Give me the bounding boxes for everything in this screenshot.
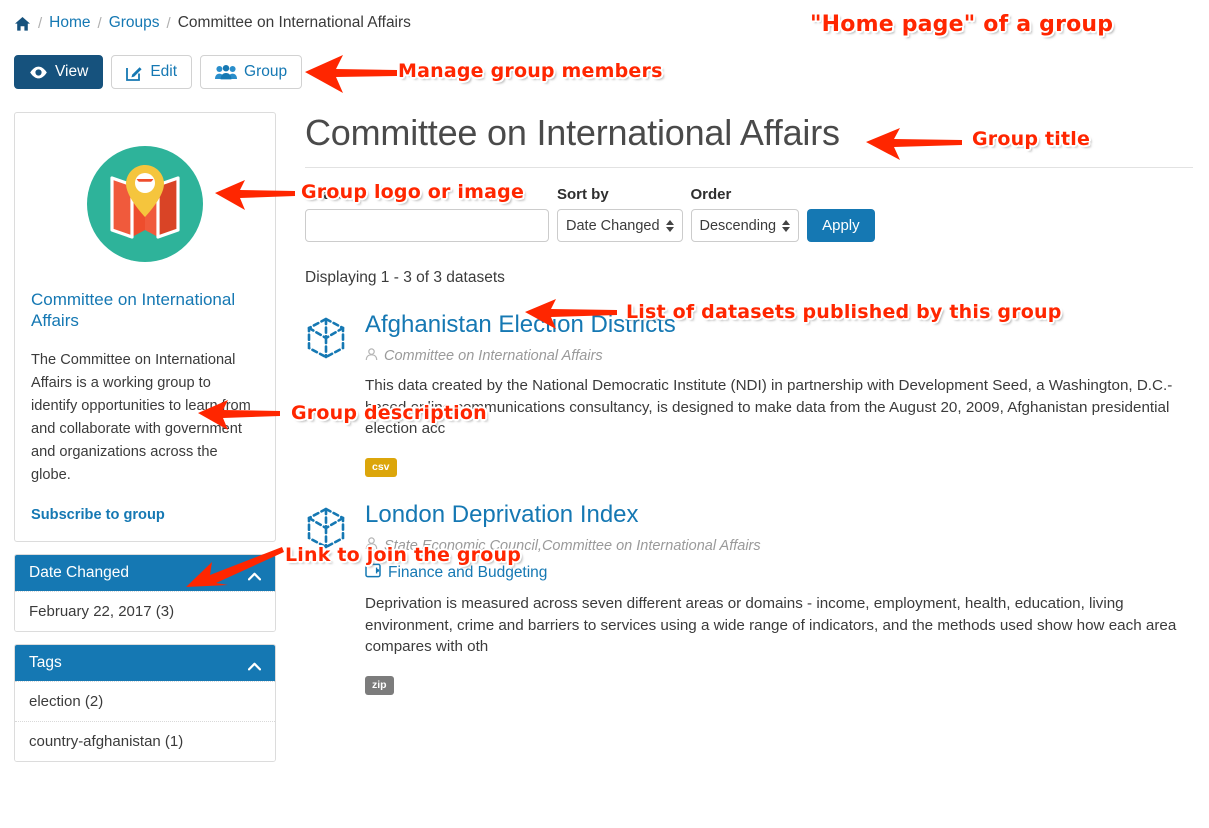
view-button[interactable]: View — [14, 55, 104, 89]
order-field-wrap: Order Descending — [690, 186, 800, 243]
dataset-notes: Deprivation is measured across seven dif… — [365, 595, 1177, 656]
format-badge[interactable]: csv — [365, 457, 397, 477]
sort-field-wrap: Sort by Date Changed — [557, 186, 683, 243]
dataset-group-link[interactable]: Finance and Budgeting — [365, 563, 1193, 583]
dataset-item: Afghanistan Election Districts Committee… — [305, 311, 1193, 477]
apply-button[interactable]: Apply — [807, 209, 875, 243]
sort-by-value: Date Changed — [566, 217, 660, 234]
annotation-group-description: Group description — [291, 402, 487, 424]
book-icon — [365, 563, 381, 583]
edit-pencil-icon — [126, 64, 143, 81]
eye-icon — [29, 66, 48, 79]
page-toolbar: View Edit Group — [14, 55, 303, 89]
annotation-group-logo-or-image: Group logo or image — [301, 181, 525, 203]
annotation-manage-group-members: Manage group members — [398, 60, 663, 82]
sort-by-label: Sort by — [557, 186, 609, 204]
annotation-arrow-link-to-join-group — [186, 547, 284, 587]
author-icon — [365, 348, 378, 365]
breadcrumb-item-current: Committee on International Affairs — [177, 14, 411, 31]
annotation-arrow-manage-group-members — [305, 55, 397, 93]
search-input[interactable] — [305, 209, 549, 243]
annotation-arrow-group-logo — [215, 180, 295, 210]
annotation-list-of-datasets: List of datasets published by this group — [626, 301, 1062, 323]
order-label: Order — [690, 186, 732, 204]
dataset-cube-icon — [305, 311, 349, 476]
chevron-up-icon — [247, 658, 262, 671]
breadcrumb-item-groups[interactable]: Groups — [109, 14, 160, 32]
subscribe-to-group-link[interactable]: Subscribe to group — [31, 507, 259, 523]
view-button-label: View — [55, 63, 89, 81]
breadcrumb-item-home[interactable]: Home — [49, 14, 90, 32]
dataset-body: London Deprivation Index State Economic … — [365, 501, 1193, 696]
breadcrumb: / Home / Groups / Committee on Internati… — [14, 14, 411, 32]
group-logo-map-pin-icon — [87, 146, 203, 262]
dataset-author-text: Committee on International Affairs — [384, 348, 603, 365]
facet-tags-title: Tags — [29, 653, 62, 671]
dataset-title-link[interactable]: London Deprivation Index — [365, 501, 1193, 529]
facet-item[interactable]: February 22, 2017 (3) — [15, 590, 275, 631]
dataset-item: London Deprivation Index State Economic … — [305, 501, 1193, 696]
facet-tags-header[interactable]: Tags — [15, 644, 275, 681]
annotation-group-title: Group title — [972, 128, 1091, 150]
edit-button[interactable]: Edit — [111, 55, 193, 89]
annotation-home-page-of-group: "Home page" of a group — [810, 12, 1114, 37]
facet-item[interactable]: election (2) — [15, 680, 275, 721]
dataset-body: Afghanistan Election Districts Committee… — [365, 311, 1193, 477]
format-badge[interactable]: zip — [365, 676, 394, 696]
facet-item[interactable]: country-afghanistan (1) — [15, 720, 275, 761]
annotation-link-to-join-group: Link to join the group — [285, 544, 522, 566]
sort-by-select[interactable]: Date Changed — [557, 209, 683, 243]
dataset-author: Committee on International Affairs — [365, 348, 1193, 365]
dataset-formats: csv — [365, 457, 1193, 477]
order-spinner-icon — [782, 219, 791, 232]
dataset-notes: This data created by the National Democr… — [365, 376, 1173, 438]
annotation-arrow-group-title — [866, 128, 962, 160]
edit-button-label: Edit — [150, 63, 178, 81]
home-icon[interactable] — [14, 16, 31, 32]
annotation-arrow-group-description — [198, 400, 280, 430]
breadcrumb-separator-2: / — [97, 14, 102, 32]
facet-date-changed-title: Date Changed — [29, 563, 129, 581]
result-count: Displaying 1 - 3 of 3 datasets — [305, 269, 505, 287]
dataset-cube-icon — [305, 501, 349, 695]
group-members-button-label: Group — [244, 63, 288, 81]
dataset-formats: zip — [365, 675, 1193, 696]
facet-tags: Tags election (2) country-afghanistan (1… — [14, 643, 276, 762]
breadcrumb-separator-3: / — [166, 14, 171, 32]
order-select[interactable]: Descending — [690, 209, 800, 243]
users-group-icon — [215, 64, 238, 80]
dataset-group-text: Finance and Budgeting — [388, 564, 548, 582]
sort-spinner-icon — [665, 219, 674, 232]
group-members-button[interactable]: Group — [200, 55, 303, 89]
annotation-arrow-list-of-datasets — [525, 299, 617, 329]
breadcrumb-separator-1: / — [38, 14, 43, 32]
order-value: Descending — [699, 217, 777, 234]
group-name-link[interactable]: Committee on International Affairs — [31, 289, 259, 332]
group-info-card: Committee on International Affairs The C… — [14, 112, 276, 542]
